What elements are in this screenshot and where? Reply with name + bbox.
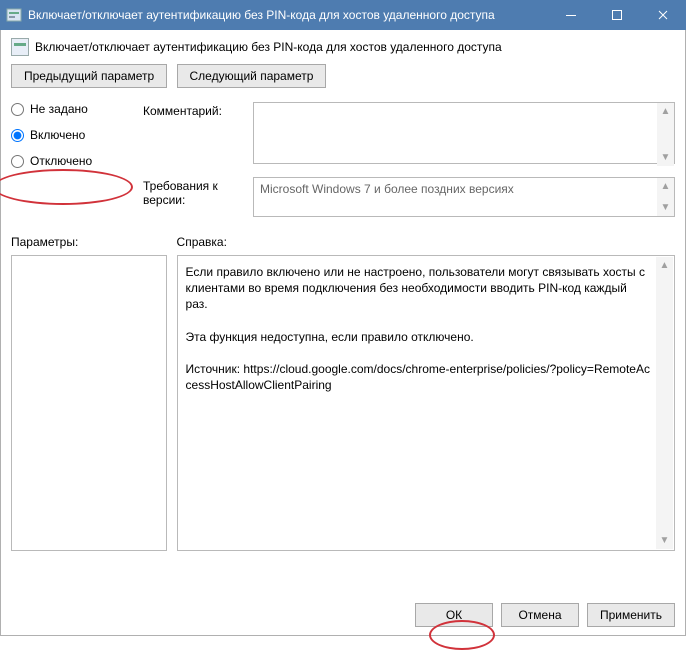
dialog-buttons: ОК Отмена Применить (415, 603, 675, 627)
radio-not-configured-input[interactable] (11, 103, 24, 116)
prev-setting-button[interactable]: Предыдущий параметр (11, 64, 167, 88)
scroll-up-icon[interactable]: ▲ (657, 178, 674, 195)
help-scrollbar[interactable]: ▲ ▼ (656, 257, 673, 549)
scroll-up-icon[interactable]: ▲ (657, 103, 674, 120)
fields: Комментарий: ▲ ▼ Требования к версии: Mi… (143, 102, 675, 227)
comment-scrollbar[interactable]: ▲ ▼ (657, 103, 674, 166)
scroll-down-icon[interactable]: ▼ (656, 532, 673, 549)
params-label: Параметры: (11, 235, 167, 249)
comment-box: ▲ ▼ (253, 102, 675, 167)
comment-label: Комментарий: (143, 102, 253, 167)
titlebar: Включает/отключает аутентификацию без PI… (0, 0, 686, 30)
comment-input[interactable] (253, 102, 675, 164)
version-box: Microsoft Windows 7 и более поздних верс… (253, 177, 675, 217)
params-column: Параметры: (11, 235, 167, 551)
radio-enabled-input[interactable] (11, 129, 24, 142)
radio-not-configured[interactable]: Не задано (11, 102, 135, 116)
policy-icon (11, 38, 29, 56)
apply-button[interactable]: Применить (587, 603, 675, 627)
scroll-up-icon[interactable]: ▲ (656, 257, 673, 274)
header-row: Включает/отключает аутентификацию без PI… (11, 38, 675, 56)
maximize-button[interactable] (594, 0, 640, 30)
minimize-button[interactable] (548, 0, 594, 30)
radio-disabled-label: Отключено (30, 154, 92, 168)
radio-disabled[interactable]: Отключено (11, 154, 135, 168)
help-label: Справка: (177, 235, 675, 249)
window-title: Включает/отключает аутентификацию без PI… (28, 8, 495, 22)
version-scrollbar[interactable]: ▲ ▼ (657, 178, 674, 216)
radio-enabled-label: Включено (30, 128, 85, 142)
help-paragraph-1: Если правило включено или не настроено, … (186, 264, 652, 313)
next-setting-button[interactable]: Следующий параметр (177, 64, 327, 88)
params-panel (11, 255, 167, 551)
state-radios: Не задано Включено Отключено (11, 102, 135, 227)
scroll-down-icon[interactable]: ▼ (657, 149, 674, 166)
help-panel: Если правило включено или не настроено, … (177, 255, 675, 551)
radio-disabled-input[interactable] (11, 155, 24, 168)
gpedit-icon (6, 7, 22, 23)
version-label: Требования к версии: (143, 177, 253, 217)
cancel-button[interactable]: Отмена (501, 603, 579, 627)
nav-row: Предыдущий параметр Следующий параметр (11, 64, 675, 88)
help-paragraph-2: Эта функция недоступна, если правило отк… (186, 329, 652, 345)
help-paragraph-3: Источник: https://cloud.google.com/docs/… (186, 361, 652, 393)
client-area: Включает/отключает аутентификацию без PI… (0, 30, 686, 636)
radio-enabled[interactable]: Включено (11, 128, 135, 142)
radio-not-configured-label: Не задано (30, 102, 88, 116)
version-row: Требования к версии: Microsoft Windows 7… (143, 177, 675, 217)
lower-grid: Параметры: Справка: Если правило включен… (11, 235, 675, 551)
help-column: Справка: Если правило включено или не на… (177, 235, 675, 551)
page-title: Включает/отключает аутентификацию без PI… (35, 40, 502, 54)
close-button[interactable] (640, 0, 686, 30)
top-grid: Не задано Включено Отключено Комментарий… (11, 102, 675, 227)
scroll-down-icon[interactable]: ▼ (657, 199, 674, 216)
version-value: Microsoft Windows 7 и более поздних верс… (253, 177, 675, 217)
ok-button[interactable]: ОК (415, 603, 493, 627)
comment-row: Комментарий: ▲ ▼ (143, 102, 675, 167)
